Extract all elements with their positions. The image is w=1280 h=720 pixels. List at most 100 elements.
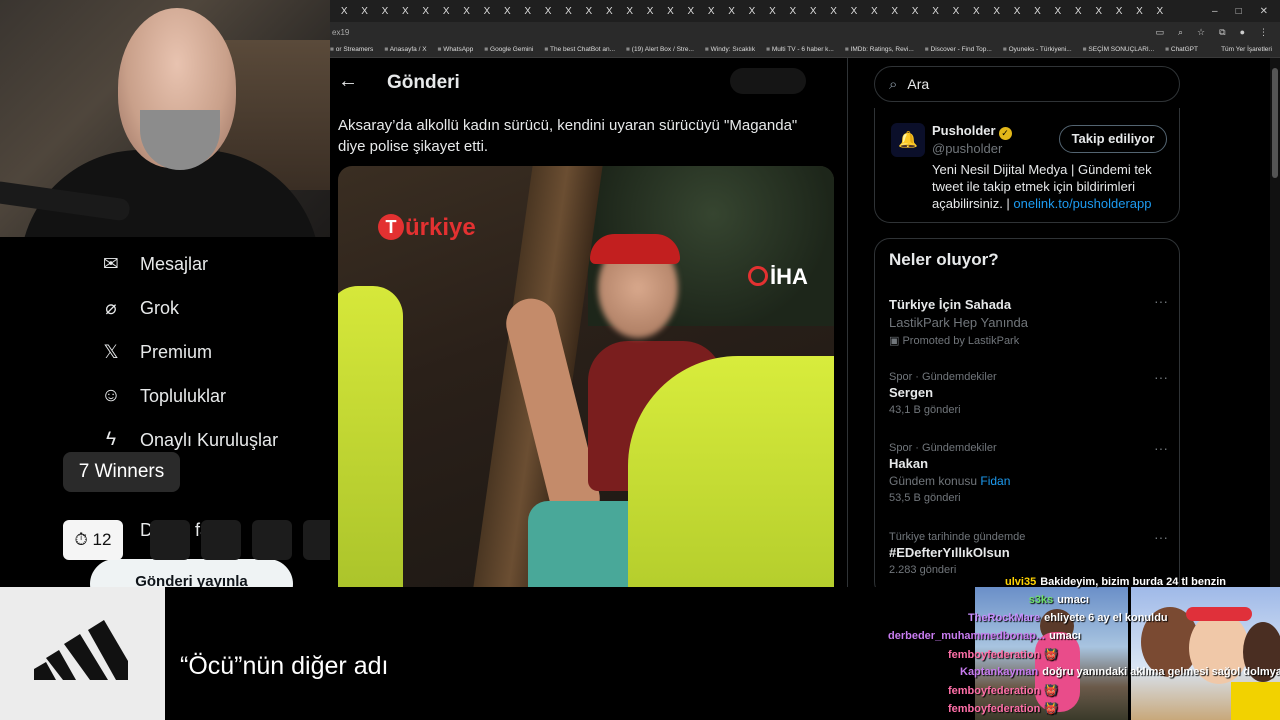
browser-tab[interactable]: X (925, 6, 945, 17)
trend-item[interactable]: Spor · Gündemdekiler Sergen 43,1 B gönde… (889, 369, 1174, 416)
account-handle[interactable]: @pusholder (932, 141, 1002, 156)
bookmark[interactable]: The best ChatBot an... (544, 46, 615, 53)
trend-item[interactable]: Türkiye tarihinde gündemde #EDefterYıllı… (889, 529, 1174, 576)
post-video[interactable]: Türkiye İHA (338, 166, 834, 587)
trend-item[interactable]: Spor · Gündemdekiler Hakan Gündem konusu… (889, 440, 1174, 504)
browser-tab[interactable]: X (946, 6, 966, 17)
trend-topic-link[interactable]: Fidan (980, 474, 1010, 488)
nav-item-verified-orgs[interactable]: ϟ Onaylı Kuruluşlar (100, 429, 278, 451)
maximize-button[interactable]: □ (1236, 6, 1242, 17)
account-link[interactable]: onelink.to/pusholderapp (1013, 196, 1151, 211)
browser-tab[interactable]: X (721, 6, 741, 17)
browser-tab[interactable]: X (395, 6, 415, 17)
page-scrollbar[interactable] (1270, 58, 1280, 587)
following-button[interactable]: Takip ediliyor (1059, 125, 1167, 153)
all-bookmarks[interactable]: Tüm Yer İşaretleri (1221, 46, 1280, 53)
bookmark[interactable]: Oyuneks - Türkiyeni... (1003, 46, 1072, 53)
browser-tab[interactable]: X (558, 6, 578, 17)
trend-name: Hakan (889, 456, 929, 471)
more-dots-icon[interactable]: ··· (1154, 293, 1168, 309)
chat-message: ulvi35 Bakideyim, bizim burda 24 tl benzi… (1005, 576, 1226, 588)
browser-tab[interactable]: X (436, 6, 456, 17)
browser-tab[interactable]: X (966, 6, 986, 17)
browser-tab[interactable]: X (375, 6, 395, 17)
nav-item-communities[interactable]: ☺ Topluluklar (100, 385, 226, 407)
scrollbar-thumb[interactable] (1272, 68, 1278, 178)
bookmark[interactable]: SEÇİM SONUÇLARI... (1083, 46, 1154, 53)
browser-tab[interactable]: X (987, 6, 1007, 17)
browser-tab[interactable]: X (885, 6, 905, 17)
browser-tab[interactable]: X (1088, 6, 1108, 17)
browser-tab[interactable]: X (456, 6, 476, 17)
browser-tab[interactable]: X (477, 6, 497, 17)
menu-icon[interactable]: ⋮ (1259, 27, 1268, 38)
search-input[interactable]: ⌕ Ara (874, 66, 1180, 102)
browser-tab[interactable]: X (783, 6, 803, 17)
browser-tab[interactable]: X (538, 6, 558, 17)
nav-label: Onaylı Kuruluşlar (140, 429, 279, 450)
more-dots-icon[interactable]: ··· (1154, 369, 1168, 385)
bookmark[interactable]: Google Gemini (484, 46, 533, 53)
browser-tab[interactable]: X (905, 6, 925, 17)
account-name[interactable]: Pusholder ✓ (932, 123, 1012, 140)
nav-item-messages[interactable]: ✉ Mesajlar (100, 253, 208, 275)
bookmark[interactable]: IMDb: Ratings, Revi... (845, 46, 914, 53)
browser-tab[interactable]: X (864, 6, 884, 17)
browser-tab[interactable]: X (762, 6, 782, 17)
browser-tab[interactable]: X (844, 6, 864, 17)
browser-tab[interactable]: X (518, 6, 538, 17)
browser-tab[interactable]: X (1007, 6, 1027, 17)
browser-tab[interactable]: X (619, 6, 639, 17)
browser-tab[interactable]: X (1068, 6, 1088, 17)
browser-tab[interactable]: X (803, 6, 823, 17)
video-officer-right (628, 356, 834, 587)
browser-tab[interactable]: X (681, 6, 701, 17)
header-action-button[interactable] (730, 68, 806, 94)
bookmark[interactable]: ChatGPT (1165, 46, 1198, 53)
zoom-icon[interactable]: ⌕ (1178, 27, 1183, 38)
trend-item[interactable]: Türkiye İçin Sahada LastikPark Hep Yanın… (889, 293, 1174, 347)
iha-logo-icon (748, 266, 768, 286)
browser-tab[interactable]: X (334, 6, 354, 17)
browser-tab[interactable]: X (823, 6, 843, 17)
trend-subtitle: LastikPark Hep Yanında (889, 315, 1028, 330)
bookmark[interactable]: or Streamers (330, 46, 374, 53)
star-icon[interactable]: ☆ (1197, 27, 1205, 38)
minimize-button[interactable]: – (1212, 6, 1218, 17)
browser-tab[interactable]: X (1027, 6, 1047, 17)
bookmark[interactable]: Windy: Sıcaklık (705, 46, 755, 53)
browser-tab[interactable]: X (640, 6, 660, 17)
trend-meta: Spor · Gündemdekiler (889, 371, 997, 383)
browser-tab[interactable]: X (354, 6, 374, 17)
browser-tab[interactable]: X (742, 6, 762, 17)
nav-item-premium[interactable]: 𝕏 Premium (100, 341, 212, 363)
cast-icon[interactable]: ▭ (1155, 27, 1164, 38)
browser-tab[interactable]: X (1048, 6, 1068, 17)
page-title: Gönderi (387, 72, 460, 93)
browser-tab[interactable]: X (579, 6, 599, 17)
extensions-icon[interactable]: ⧉ (1219, 27, 1225, 38)
browser-tab[interactable]: X (599, 6, 619, 17)
bookmark[interactable]: Multi TV - 6 haber k... (766, 46, 834, 53)
more-dots-icon[interactable]: ··· (1154, 440, 1168, 456)
pusholder-avatar[interactable]: 🔔 (891, 123, 925, 157)
bookmark[interactable]: (19) Alert Box / Stre... (626, 46, 694, 53)
browser-tab[interactable]: X (1109, 6, 1129, 17)
bookmark[interactable]: Anasayfa / X (384, 46, 427, 53)
browser-tab[interactable]: X (701, 6, 721, 17)
back-arrow-icon[interactable]: ← (338, 70, 358, 93)
bookmark[interactable]: WhatsApp (438, 46, 473, 53)
browser-tab[interactable]: X (1129, 6, 1149, 17)
close-window-button[interactable]: ✕ (1260, 6, 1268, 17)
browser-tab[interactable]: X (1150, 6, 1170, 17)
browser-tab[interactable]: X (416, 6, 436, 17)
nav-item-grok[interactable]: ⌀ Grok (100, 297, 179, 319)
browser-tab[interactable]: X (660, 6, 680, 17)
chat-nick: TheRockMare (968, 612, 1041, 624)
profile-icon[interactable]: ● (1240, 27, 1245, 38)
more-dots-icon[interactable]: ··· (1154, 529, 1168, 545)
x-logo-icon: 𝕏 (103, 341, 119, 363)
browser-tab[interactable]: X (497, 6, 517, 17)
bookmark[interactable]: Discover - Find Top... (925, 46, 992, 53)
address-bar[interactable]: ex19 ▭ ⌕ ☆ ⧉ ● ⋮ (330, 22, 1280, 42)
